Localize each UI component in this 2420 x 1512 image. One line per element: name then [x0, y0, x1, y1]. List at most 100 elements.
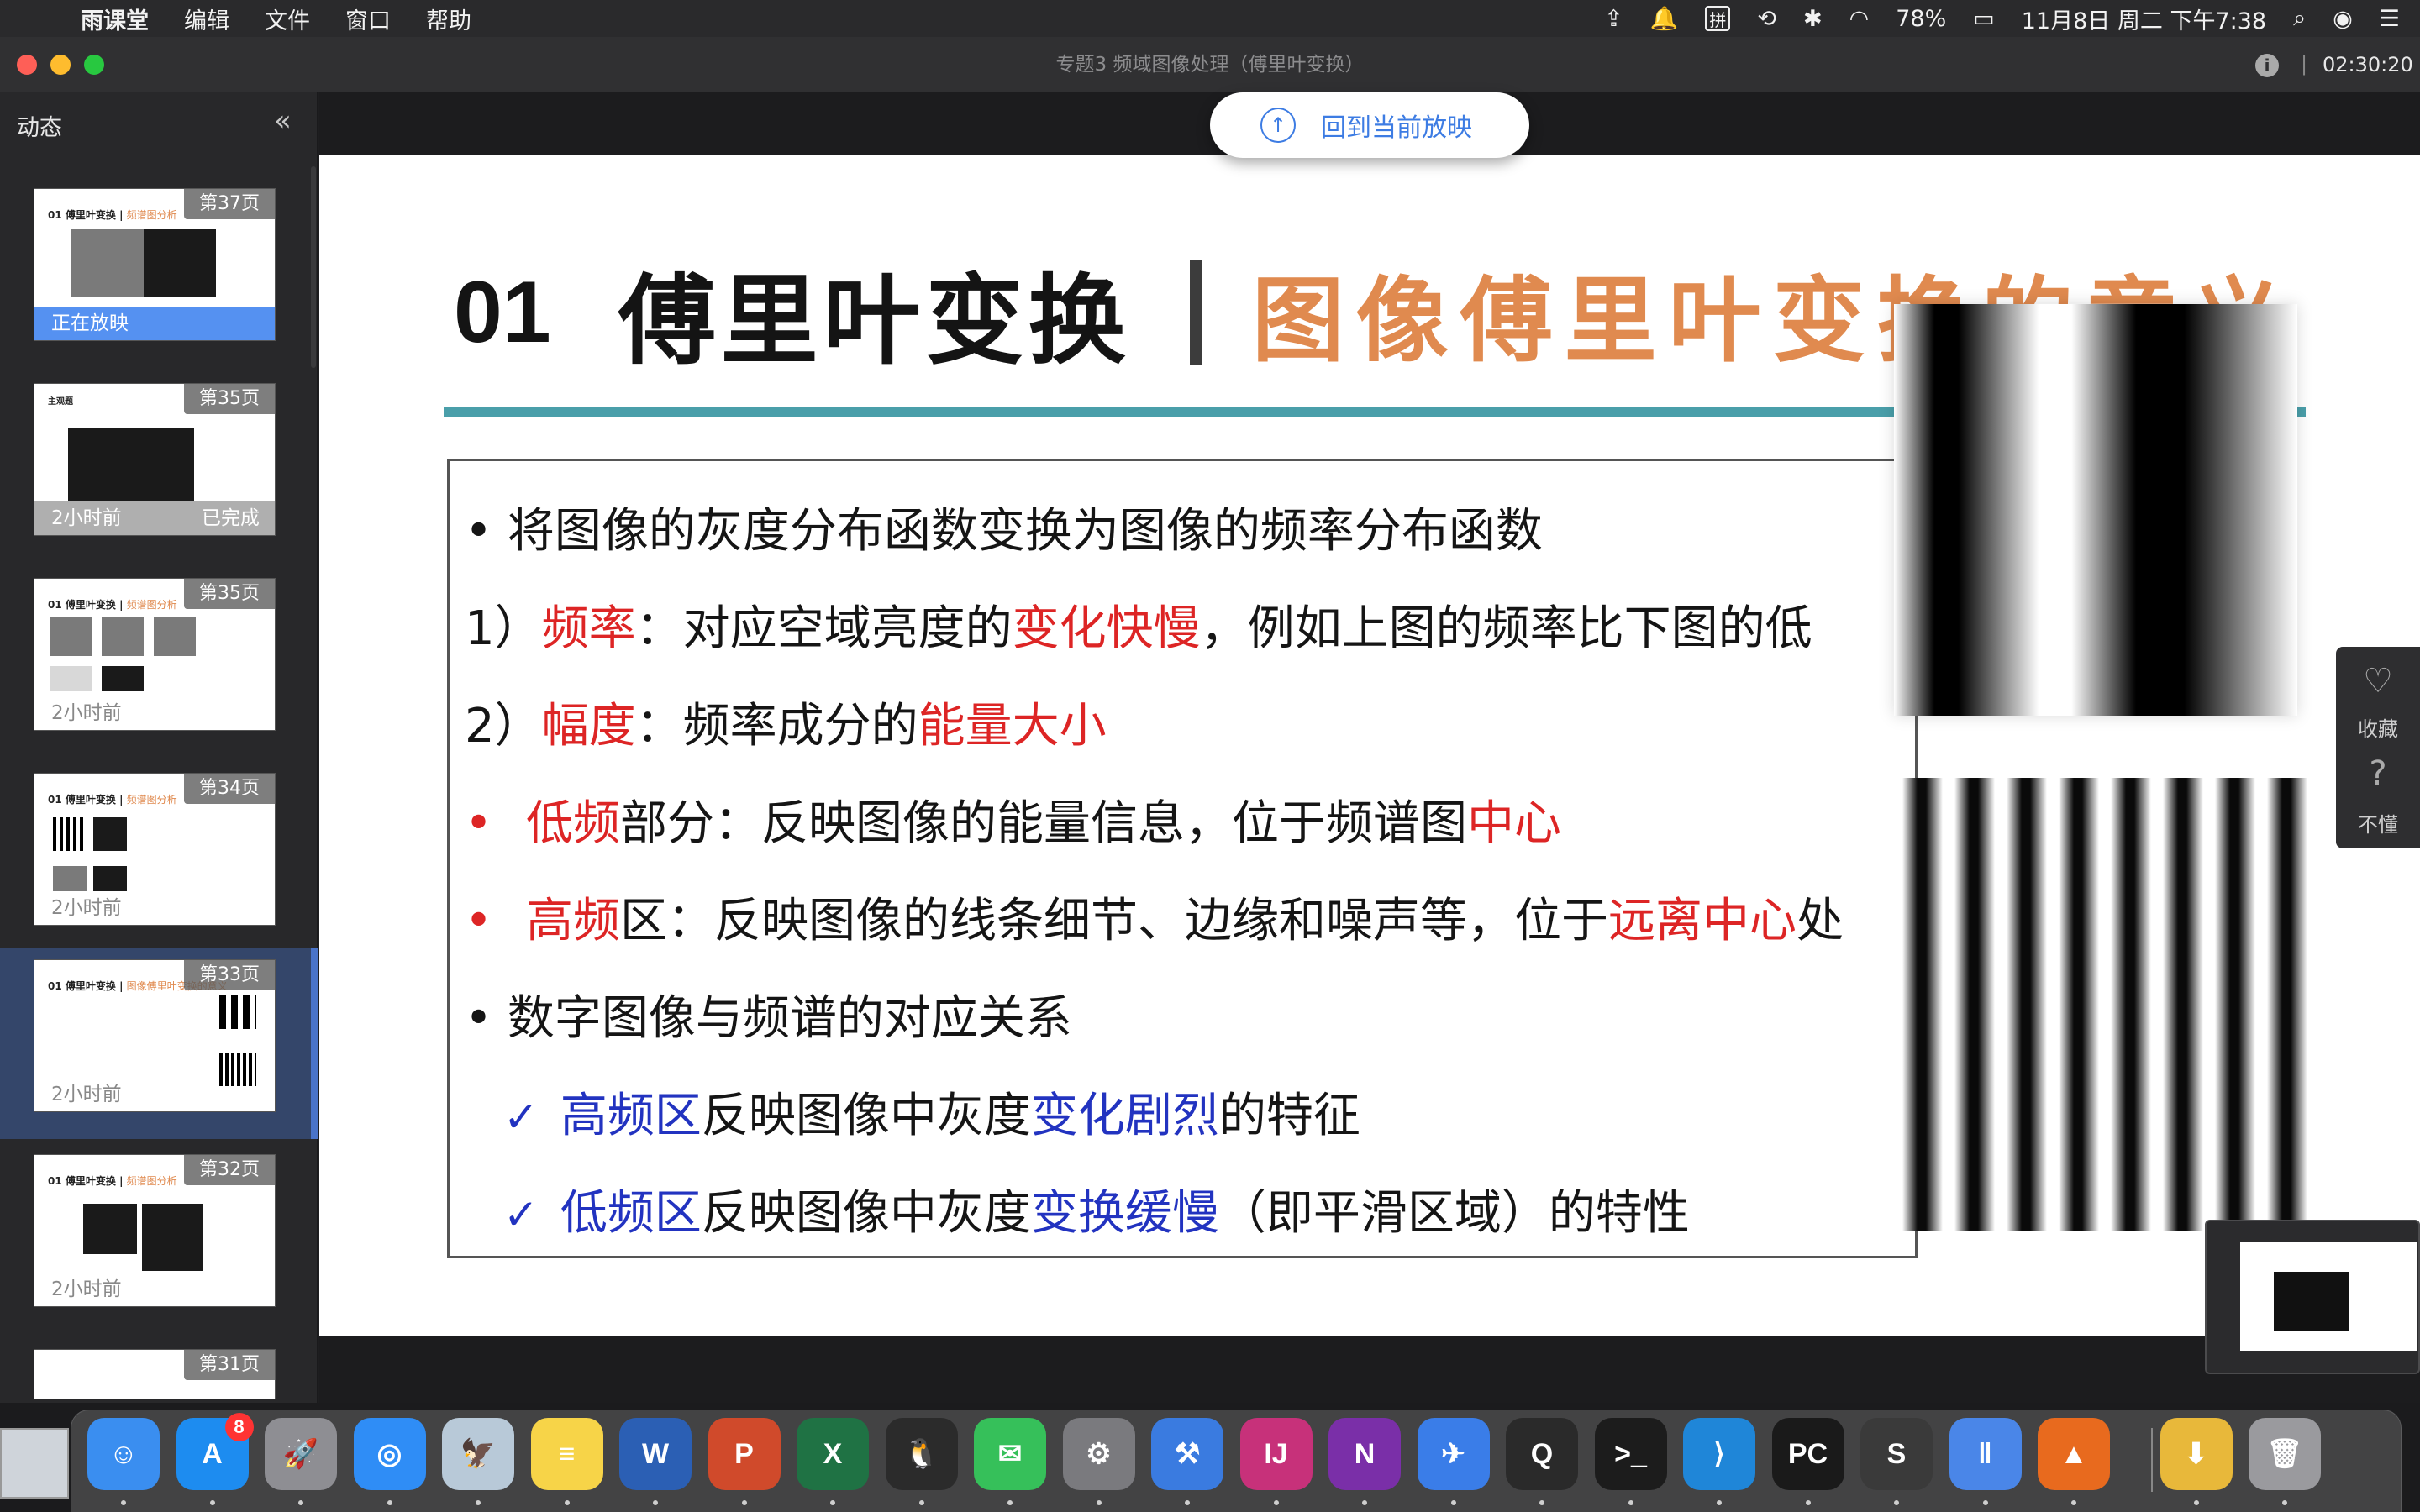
dock-wechat-icon[interactable]: ✉: [974, 1418, 1046, 1490]
slide-thumbnail[interactable]: 01 傅里叶变换 | 频谱图分析 第34页 2小时前: [34, 773, 276, 926]
dock-system-preferences-icon[interactable]: ⚙: [1062, 1418, 1135, 1490]
thumbnail-status: 正在放映: [34, 307, 275, 340]
running-indicator: [564, 1500, 570, 1505]
slide-thumbnail[interactable]: 主观题 第35页 2小时前 已完成: [34, 383, 276, 536]
dock-pycharm-icon[interactable]: PC: [1771, 1418, 1844, 1490]
running-indicator: [918, 1500, 924, 1505]
dock-lark-icon[interactable]: ✈: [1417, 1418, 1490, 1490]
dock-trash-icon[interactable]: 🗑: [2249, 1418, 2321, 1490]
running-indicator: [121, 1500, 126, 1505]
page-badge: 第33页: [184, 960, 275, 990]
heart-icon[interactable]: ♡: [2336, 662, 2420, 701]
dock-safari-icon[interactable]: ◎: [353, 1418, 426, 1490]
dock-sublime-text-icon[interactable]: S: [1860, 1418, 1933, 1490]
bullet-line: • 数字图像与频谱的对应关系: [465, 991, 1072, 1046]
slide-thumbnail-row[interactable]: 01 傅里叶变换 | 频谱图分析 第34页 2小时前: [0, 761, 311, 953]
menu-help[interactable]: 帮助: [426, 3, 471, 35]
thumbnail-image: [71, 229, 144, 297]
running-indicator: [741, 1500, 747, 1505]
input-method-icon[interactable]: 拼: [1705, 6, 1731, 31]
control-center-icon[interactable]: ☰: [2380, 6, 2400, 32]
menu-app-name[interactable]: 雨课堂: [81, 3, 149, 35]
collect-label[interactable]: 收藏: [2336, 712, 2420, 742]
thumbnail-heading: 主观题: [48, 397, 73, 407]
running-indicator: [1096, 1500, 1102, 1505]
dock-finder-icon[interactable]: ☺: [87, 1418, 160, 1490]
slide-thumbnail-row-selected[interactable]: 01 傅里叶变换 | 图像傅里叶变换的意义 第33页 2小时前: [0, 948, 318, 1139]
thumbnail-image: [142, 1204, 203, 1271]
minimized-window[interactable]: [0, 1428, 69, 1499]
slide-thumbnail[interactable]: 01 傅里叶变换 | 频谱图分析 第35页 2小时前: [34, 578, 276, 731]
running-indicator: [1805, 1500, 1811, 1505]
clock[interactable]: 11月8日 周二 下午7:38: [2022, 3, 2266, 35]
slide-thumbnail-row[interactable]: 01 傅里叶变换 | 频谱图分析 第35页 2小时前: [0, 566, 311, 758]
bullet-line: • 高频区：反映图像的线条细节、边缘和噪声等，位于远离中心处: [465, 894, 1844, 948]
time-machine-icon[interactable]: ⟲: [1757, 6, 1776, 32]
running-indicator: [1007, 1500, 1013, 1505]
dock-downloads-icon[interactable]: ⬇: [2160, 1418, 2233, 1490]
page-badge: 第34页: [184, 774, 275, 804]
thumbnail-status: 2小时前: [51, 897, 122, 919]
menu-file[interactable]: 文件: [265, 3, 310, 35]
dock-rain-classroom-icon[interactable]: ‖: [1949, 1418, 2022, 1490]
thumbnail-image: [53, 817, 87, 851]
slide-thumbnail[interactable]: 01 傅里叶变换 | 频谱图分析 第32页 2小时前: [34, 1154, 276, 1307]
check-line: ✓ 低频区反映图像中灰度变换缓慢（即平滑区域）的特性: [503, 1186, 1690, 1241]
wifi-icon[interactable]: ◠: [1849, 6, 1870, 32]
back-to-current-slide-button[interactable]: ↑ 回到当前放映: [1210, 92, 1529, 158]
running-indicator: [653, 1500, 658, 1505]
question-icon[interactable]: ?: [2336, 754, 2420, 793]
slide-thumbnail[interactable]: 01 傅里叶变换 | 图像傅里叶变换的意义 第33页 2小时前: [34, 959, 276, 1112]
slide-thumbnail-row[interactable]: 主观题 第35页 2小时前 已完成: [0, 371, 311, 563]
dock-app-store-icon[interactable]: A8: [176, 1413, 254, 1490]
slide-thumbnail-row[interactable]: 01 傅里叶变换 | 频谱图分析 第32页 2小时前: [0, 1142, 311, 1334]
dont-understand-label[interactable]: 不懂: [2336, 808, 2420, 837]
check-line: ✓ 高频区反映图像中灰度变化剧烈的特征: [503, 1089, 1360, 1143]
spotlight-search-icon[interactable]: ⌕: [2293, 5, 2306, 32]
dock-quicktime-icon[interactable]: Q: [1506, 1418, 1578, 1490]
battery-icon[interactable]: ▭: [1973, 6, 1995, 32]
thumbnail-image: [50, 617, 92, 656]
thumbnail-image: [68, 428, 194, 501]
sidebar-title: 动态: [17, 115, 62, 141]
screen-preview-thumbnail[interactable]: [2205, 1220, 2420, 1374]
collapse-sidebar-icon[interactable]: «: [274, 104, 292, 138]
thumbnail-image: [154, 617, 196, 656]
thumbnail-image: [102, 617, 144, 656]
siri-icon[interactable]: ◉: [2333, 6, 2353, 32]
running-indicator: [2193, 1500, 2199, 1505]
menu-edit[interactable]: 编辑: [184, 3, 229, 35]
dock-qq-icon[interactable]: 🐧: [885, 1418, 958, 1490]
dock-matlab-icon[interactable]: ▲: [2038, 1418, 2110, 1490]
thumbnail-image: [53, 866, 87, 891]
dock-notes-icon[interactable]: ≡: [530, 1418, 603, 1490]
low-frequency-stripes-image: [1894, 304, 2297, 716]
dock-terminal-icon[interactable]: >_: [1594, 1418, 1667, 1490]
dock-word-icon[interactable]: W: [619, 1418, 692, 1490]
page-badge: 第35页: [184, 579, 275, 609]
dock-intellij-idea-icon[interactable]: IJ: [1239, 1418, 1313, 1490]
thumbnail-status: 2小时前: [51, 1084, 122, 1105]
running-indicator: [209, 1500, 215, 1505]
dock-onenote-icon[interactable]: N: [1328, 1418, 1401, 1490]
info-icon[interactable]: i: [2255, 54, 2279, 77]
dock-xcode-icon[interactable]: ⚒: [1151, 1418, 1223, 1490]
dock-preview-icon[interactable]: 🦅: [442, 1418, 514, 1490]
notification-bell-icon[interactable]: 🔔: [1650, 5, 1679, 32]
thumbnail-image: [144, 229, 216, 297]
dock-excel-icon[interactable]: X: [797, 1418, 869, 1490]
slide-thumbnail-row[interactable]: 第31页: [0, 1337, 311, 1404]
dock-launchpad-icon[interactable]: 🚀: [265, 1418, 337, 1490]
slide-thumbnail-row[interactable]: 01 傅里叶变换 | 频谱图分析 第37页 正在放映: [0, 176, 311, 368]
slide-thumbnail[interactable]: 01 傅里叶变换 | 频谱图分析 第37页 正在放映: [34, 188, 276, 341]
window-titlebar: 专题3 频域图像处理（傅里叶变换） i | 02:30:20: [0, 37, 2420, 92]
airplay-icon[interactable]: ⇪: [1604, 6, 1623, 32]
dock-vs-code-icon[interactable]: ⟩: [1683, 1418, 1755, 1490]
bluetooth-icon[interactable]: ✱: [1803, 6, 1823, 32]
sidebar-scrollbar[interactable]: [311, 166, 316, 368]
dock-powerpoint-icon[interactable]: P: [708, 1418, 781, 1490]
menu-window[interactable]: 窗口: [345, 3, 391, 35]
dock-divider: [2151, 1428, 2153, 1492]
slide-thumbnail[interactable]: 第31页: [34, 1349, 276, 1399]
page-badge: 第32页: [184, 1155, 275, 1185]
